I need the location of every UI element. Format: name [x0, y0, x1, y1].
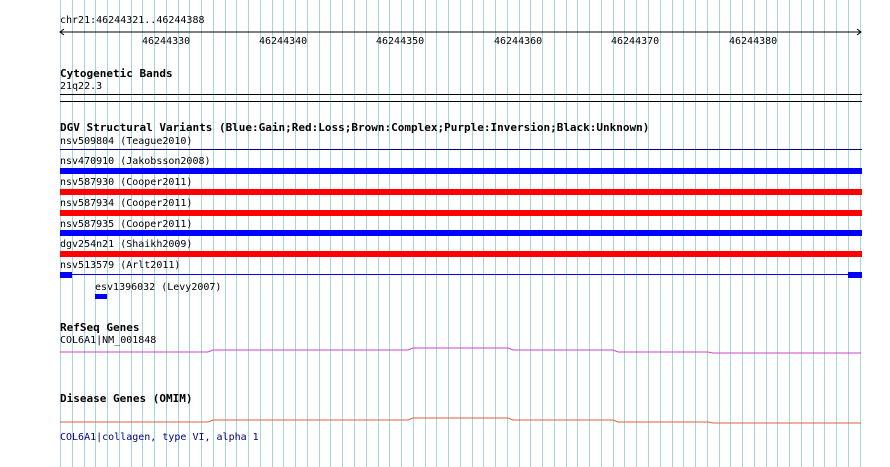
- dgv-track-title: DGV Structural Variants (Blue:Gain;Red:L…: [60, 121, 650, 134]
- variant-bar-loss[interactable]: [60, 210, 862, 216]
- variant-label[interactable]: nsv509804 (Teague2010): [60, 136, 192, 148]
- variant-bar-gain[interactable]: [95, 294, 107, 299]
- cytoband-track-title: Cytogenetic Bands: [60, 67, 173, 80]
- variant-bar-loss[interactable]: [60, 251, 862, 257]
- variant-label[interactable]: nsv513579 (Arlt2011): [60, 260, 180, 272]
- disease-track-title: Disease Genes (OMIM): [60, 392, 193, 405]
- variant-bar-inversion[interactable]: [60, 149, 862, 150]
- variant-label[interactable]: nsv470910 (Jakobsson2008): [60, 156, 211, 168]
- variant-bar-gain-segment[interactable]: [848, 272, 862, 278]
- disease-gene-link[interactable]: COL6A1|collagen, type VI, alpha 1: [60, 432, 259, 444]
- ruler-tick-label: 46244370: [611, 36, 660, 47]
- ruler-tick-label: 46244360: [494, 36, 543, 47]
- ruler-tick-label: 46244380: [729, 36, 778, 47]
- variant-label[interactable]: dgv254n21 (Shaikh2009): [60, 239, 192, 251]
- disease-gene-line[interactable]: [58, 412, 864, 426]
- ruler-tick-label: 46244340: [259, 36, 308, 47]
- variant-bar-gain-segment[interactable]: [60, 272, 72, 278]
- variant-label[interactable]: esv1396032 (Levy2007): [95, 282, 221, 294]
- variant-label[interactable]: nsv587934 (Cooper2011): [60, 198, 192, 210]
- variant-bar-gain[interactable]: [60, 168, 862, 174]
- cytoband-label[interactable]: 21q22.3: [60, 81, 102, 93]
- variant-bar-gain[interactable]: [60, 230, 862, 236]
- variant-label[interactable]: nsv587930 (Cooper2011): [60, 177, 192, 189]
- refseq-track-title: RefSeq Genes: [60, 321, 140, 334]
- ruler-tick-label: 46244330: [142, 36, 191, 47]
- ruler-tick-label: 46244350: [376, 36, 425, 47]
- cytoband-outline: [60, 101, 862, 102]
- cytoband-outline: [60, 94, 862, 95]
- variant-bar-loss[interactable]: [60, 189, 862, 195]
- variant-connector-line: [72, 274, 848, 275]
- refseq-gene-line[interactable]: [58, 340, 864, 356]
